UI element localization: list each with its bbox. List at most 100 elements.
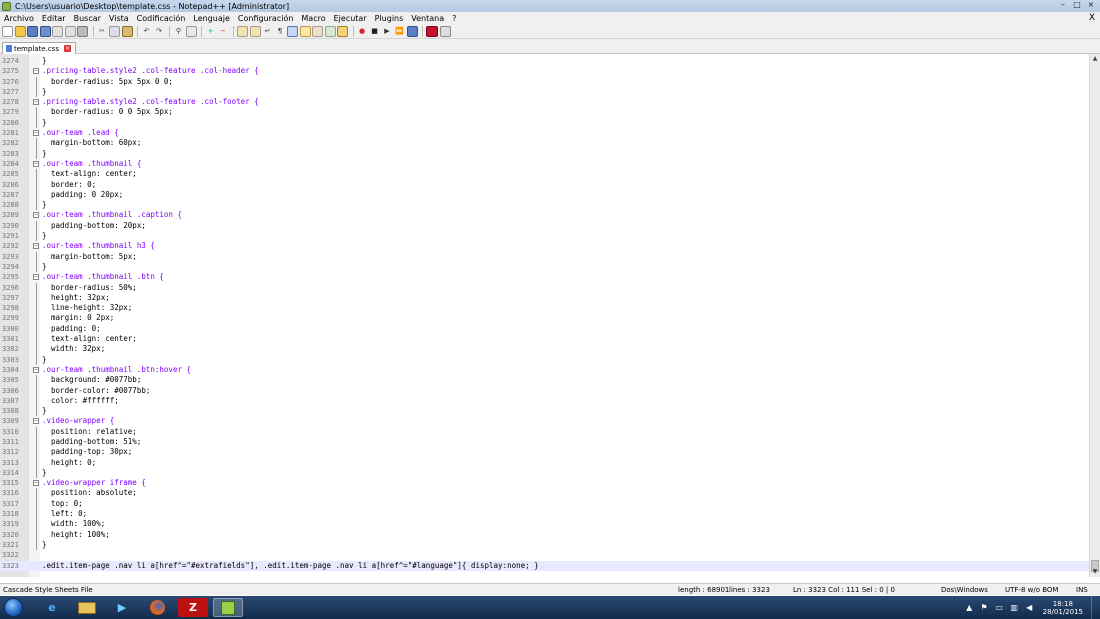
code-line[interactable]: 3302 width: 32px; (0, 344, 1089, 355)
code-line[interactable]: 3323 .edit.item-page .nav li a[href^="#ex… (0, 560, 1089, 571)
code-line[interactable]: 3298 line-height: 32px; (0, 303, 1089, 314)
code-line[interactable]: 3319 width: 100%; (0, 519, 1089, 530)
fold-toggle-icon[interactable]: − (33, 130, 39, 137)
code-line[interactable]: 3315 − .video-wrapper iframe { (0, 478, 1089, 488)
spell-check-icon[interactable] (426, 25, 438, 37)
tray-arrow-icon[interactable]: ▲ (965, 603, 974, 612)
code-line[interactable]: 3297 height: 32px; (0, 292, 1089, 304)
code-line[interactable]: 3294} (0, 261, 1089, 273)
print-icon[interactable] (77, 25, 88, 37)
save-icon[interactable] (27, 25, 38, 37)
code-line[interactable]: 3320 height: 100%; (0, 529, 1089, 540)
user-lang-icon[interactable] (299, 25, 311, 37)
code-line[interactable]: 3293 margin-bottom: 5px; (0, 251, 1089, 262)
replace-icon[interactable] (185, 25, 197, 37)
code-line[interactable]: 3291} (0, 231, 1089, 242)
media-player-icon[interactable]: ▶ (107, 598, 137, 617)
tab-close-icon[interactable]: × (63, 45, 71, 52)
code-line[interactable]: 3289 − .our-team .thumbnail .caption { (0, 210, 1089, 220)
show-all-chars-icon[interactable]: ¶ (275, 26, 286, 37)
sync-scroll-h-icon[interactable] (249, 25, 261, 37)
monitor-icon[interactable]: ▭ (995, 603, 1004, 612)
minimize-button[interactable]: – (1056, 0, 1070, 10)
undo-icon[interactable]: ↶ (141, 26, 152, 37)
close-all-icon[interactable] (64, 25, 76, 37)
code-line[interactable]: 3279 border-radius: 0 0 5px 5px; (0, 107, 1089, 118)
code-line[interactable]: 3275 − .pricing-table.style2 .col-feature … (0, 66, 1089, 76)
vertical-scrollbar[interactable]: ▲ ▼ (1089, 54, 1100, 577)
code-line[interactable]: 3281 − .our-team .lead { (0, 128, 1089, 138)
stop-macro-icon[interactable]: ■ (369, 26, 380, 37)
fold-toggle-icon[interactable]: − (33, 366, 39, 373)
code-line[interactable]: 3277} (0, 86, 1089, 98)
menu-codificacion[interactable]: Codificación (133, 14, 190, 23)
menu-configuracion[interactable]: Configuración (234, 14, 298, 23)
filezilla-icon[interactable]: Z (178, 598, 208, 617)
file-explorer-icon[interactable] (72, 598, 102, 617)
code-line[interactable]: 3286 border: 0; (0, 179, 1089, 190)
new-file-icon[interactable] (2, 25, 13, 37)
copy-icon[interactable] (109, 25, 120, 37)
paste-icon[interactable] (121, 25, 133, 37)
menu-archivo[interactable]: Archivo (0, 14, 38, 23)
start-button[interactable] (4, 598, 23, 617)
tab-template-css[interactable]: template.css × (2, 42, 76, 54)
menu-vista[interactable]: Vista (105, 14, 133, 23)
code-line[interactable]: 3287 padding: 0 20px; (0, 189, 1089, 201)
record-macro-icon[interactable]: ● (357, 26, 368, 37)
function-list-icon[interactable] (324, 25, 336, 37)
code-line[interactable]: 3299 margin: 0 2px; (0, 313, 1089, 324)
menu-macro[interactable]: Macro (297, 14, 329, 23)
fold-toggle-icon[interactable]: − (33, 99, 39, 106)
menu-ventana[interactable]: Ventana (407, 14, 448, 23)
code-line[interactable]: 3295 − .our-team .thumbnail .btn { (0, 272, 1089, 282)
save-all-icon[interactable] (39, 25, 51, 37)
close-window-button[interactable]: × (1084, 0, 1098, 10)
close-document-button[interactable]: X (1089, 12, 1095, 24)
menu-lenguaje[interactable]: Lenguaje (189, 14, 234, 23)
scroll-up-icon[interactable]: ▲ (1091, 55, 1099, 63)
sync-scroll-v-icon[interactable] (237, 25, 248, 37)
save-macro-icon[interactable] (406, 25, 418, 37)
code-line[interactable]: 3312 padding-top: 30px; (0, 447, 1089, 458)
code-line[interactable]: 3316 position: absolute; (0, 488, 1089, 499)
code-line[interactable]: 3284 − .our-team .thumbnail { (0, 159, 1089, 169)
code-line[interactable]: 3309 − .video-wrapper { (0, 416, 1089, 426)
code-line[interactable]: 3303} (0, 354, 1089, 365)
fold-toggle-icon[interactable]: − (33, 274, 39, 281)
folder-workspace-icon[interactable] (337, 25, 348, 37)
word-wrap-icon[interactable]: ↵ (262, 26, 273, 37)
show-desktop-button[interactable] (1091, 596, 1100, 619)
network-icon[interactable]: ▥ (1010, 603, 1019, 612)
code-line[interactable]: 3314} (0, 467, 1089, 479)
plugin-icon[interactable] (439, 25, 451, 37)
menu-help[interactable]: ? (448, 14, 460, 23)
doc-map-icon[interactable] (312, 25, 323, 37)
code-line[interactable]: 3318 left: 0; (0, 509, 1089, 520)
code-line[interactable]: 3282 margin-bottom: 60px; (0, 138, 1089, 149)
code-line[interactable]: 3307 color: #ffffff; (0, 395, 1089, 407)
code-line[interactable]: 3296 border-radius: 50%; (0, 282, 1089, 293)
code-line[interactable]: 3310 position: relative; (0, 426, 1089, 437)
maximize-button[interactable]: □ (1070, 0, 1084, 10)
code-line[interactable]: 3321} (0, 539, 1089, 551)
code-line[interactable]: 3301 text-align: center; (0, 334, 1089, 345)
code-line[interactable]: 3292 − .our-team .thumbnail h3 { (0, 241, 1089, 251)
redo-icon[interactable]: ↷ (154, 26, 165, 37)
code-line[interactable]: 3283} (0, 148, 1089, 159)
code-line[interactable]: 3300 padding: 0; (0, 323, 1089, 335)
clock[interactable]: 18:18 28/01/2015 (1043, 600, 1083, 616)
code-line[interactable]: 3290 padding-bottom: 20px; (0, 220, 1089, 232)
notepad-plus-plus-taskbar-icon[interactable] (213, 598, 243, 617)
code-editor[interactable]: 3274} 3275− .pricing-table.style2 .col-fea… (0, 54, 1089, 577)
code-line[interactable]: 3306 border-color: #0077bb; (0, 385, 1089, 396)
play-macro-icon[interactable]: ▶ (382, 26, 393, 37)
code-line[interactable]: 3313 height: 0; (0, 457, 1089, 468)
play-multiple-icon[interactable]: ⏩ (394, 26, 405, 37)
zoom-out-icon[interactable]: − (218, 26, 229, 37)
internet-explorer-icon[interactable]: e (37, 598, 67, 617)
fold-toggle-icon[interactable]: − (33, 68, 39, 75)
find-icon[interactable]: ⚲ (173, 26, 184, 37)
fold-toggle-icon[interactable]: − (33, 243, 39, 250)
menu-ejecutar[interactable]: Ejecutar (330, 14, 371, 23)
